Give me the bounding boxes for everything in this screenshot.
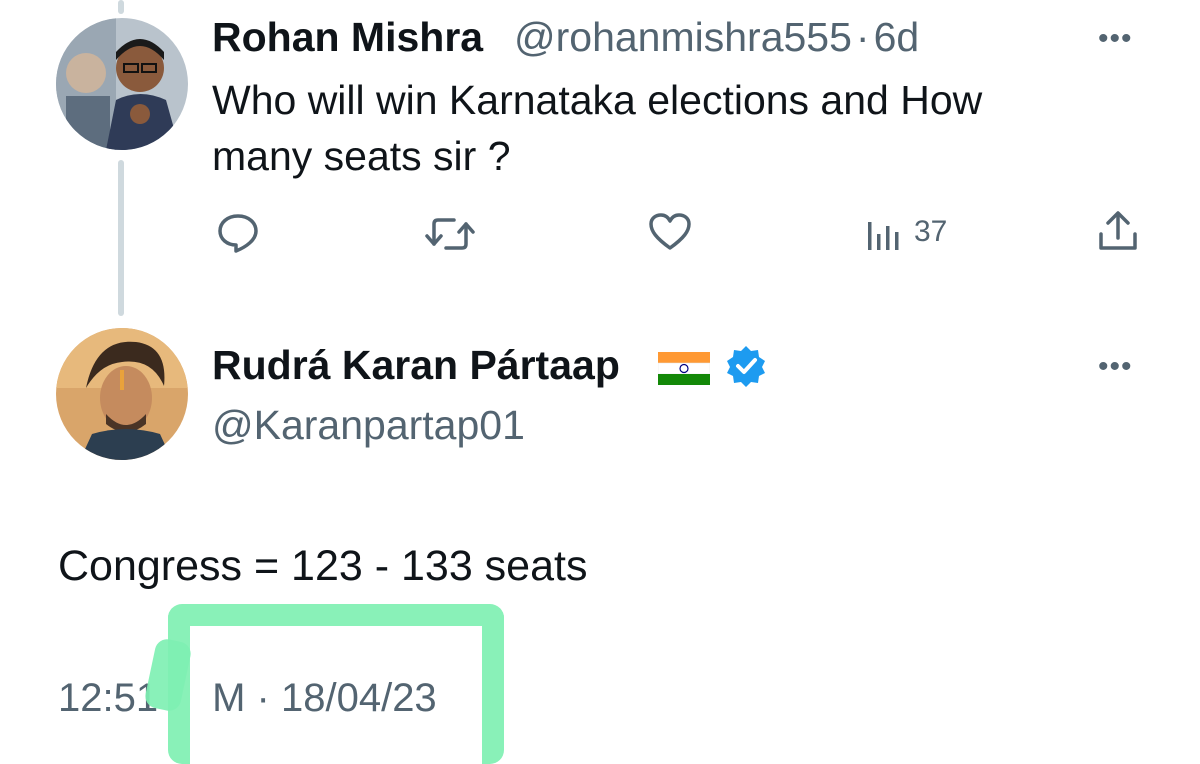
reply-author-handle[interactable]: @Karanpartap01 xyxy=(212,402,525,449)
like-button[interactable] xyxy=(648,212,692,252)
highlight-box-annotation xyxy=(168,604,504,764)
avatar-image xyxy=(56,328,188,460)
heart-icon xyxy=(649,213,691,250)
views-count: 37 xyxy=(914,215,948,248)
thread-connector-line xyxy=(118,160,124,316)
reply-tweet-text: Congress = 123 - 133 seats xyxy=(58,542,588,590)
verified-badge-icon[interactable] xyxy=(724,344,768,388)
india-flag-icon xyxy=(658,352,710,385)
author-handle: @rohanmishra555 xyxy=(514,14,852,60)
avatar-rohan-mishra[interactable] xyxy=(56,18,188,150)
reply-icon xyxy=(218,214,258,253)
retweet-icon xyxy=(425,218,475,250)
tweet-text-line-2: many seats sir ? xyxy=(212,133,511,179)
tweet-text-line-1: Who will win Karnataka elections and How xyxy=(212,77,983,123)
reply-more-options-button[interactable]: ••• xyxy=(1098,350,1133,384)
thread-line-top xyxy=(118,0,124,14)
avatar-image xyxy=(56,18,188,150)
reply-button[interactable] xyxy=(216,212,260,254)
retweet-button[interactable] xyxy=(424,214,476,254)
share-icon xyxy=(1099,211,1137,250)
views-button[interactable]: 37 xyxy=(864,212,947,252)
reply-author-name[interactable]: Rudrá Karan Pártaap xyxy=(212,342,620,389)
separator-dot: · xyxy=(855,14,870,60)
avatar-rudra-karan-partaap[interactable] xyxy=(56,328,188,460)
author-name[interactable]: Rohan Mishra xyxy=(212,14,483,61)
analytics-icon xyxy=(868,222,899,250)
reply-author-display-name: Rudrá Karan Pártaap xyxy=(212,342,620,388)
more-options-button[interactable]: ••• xyxy=(1098,22,1133,56)
timestamp-time: 12:51 xyxy=(58,676,159,720)
share-button[interactable] xyxy=(1096,210,1140,252)
time-ago: 6d xyxy=(873,14,920,60)
author-handle-and-time[interactable]: @rohanmishra555·6d xyxy=(514,14,919,61)
tweet-text: Who will win Karnataka elections and How… xyxy=(212,72,982,184)
